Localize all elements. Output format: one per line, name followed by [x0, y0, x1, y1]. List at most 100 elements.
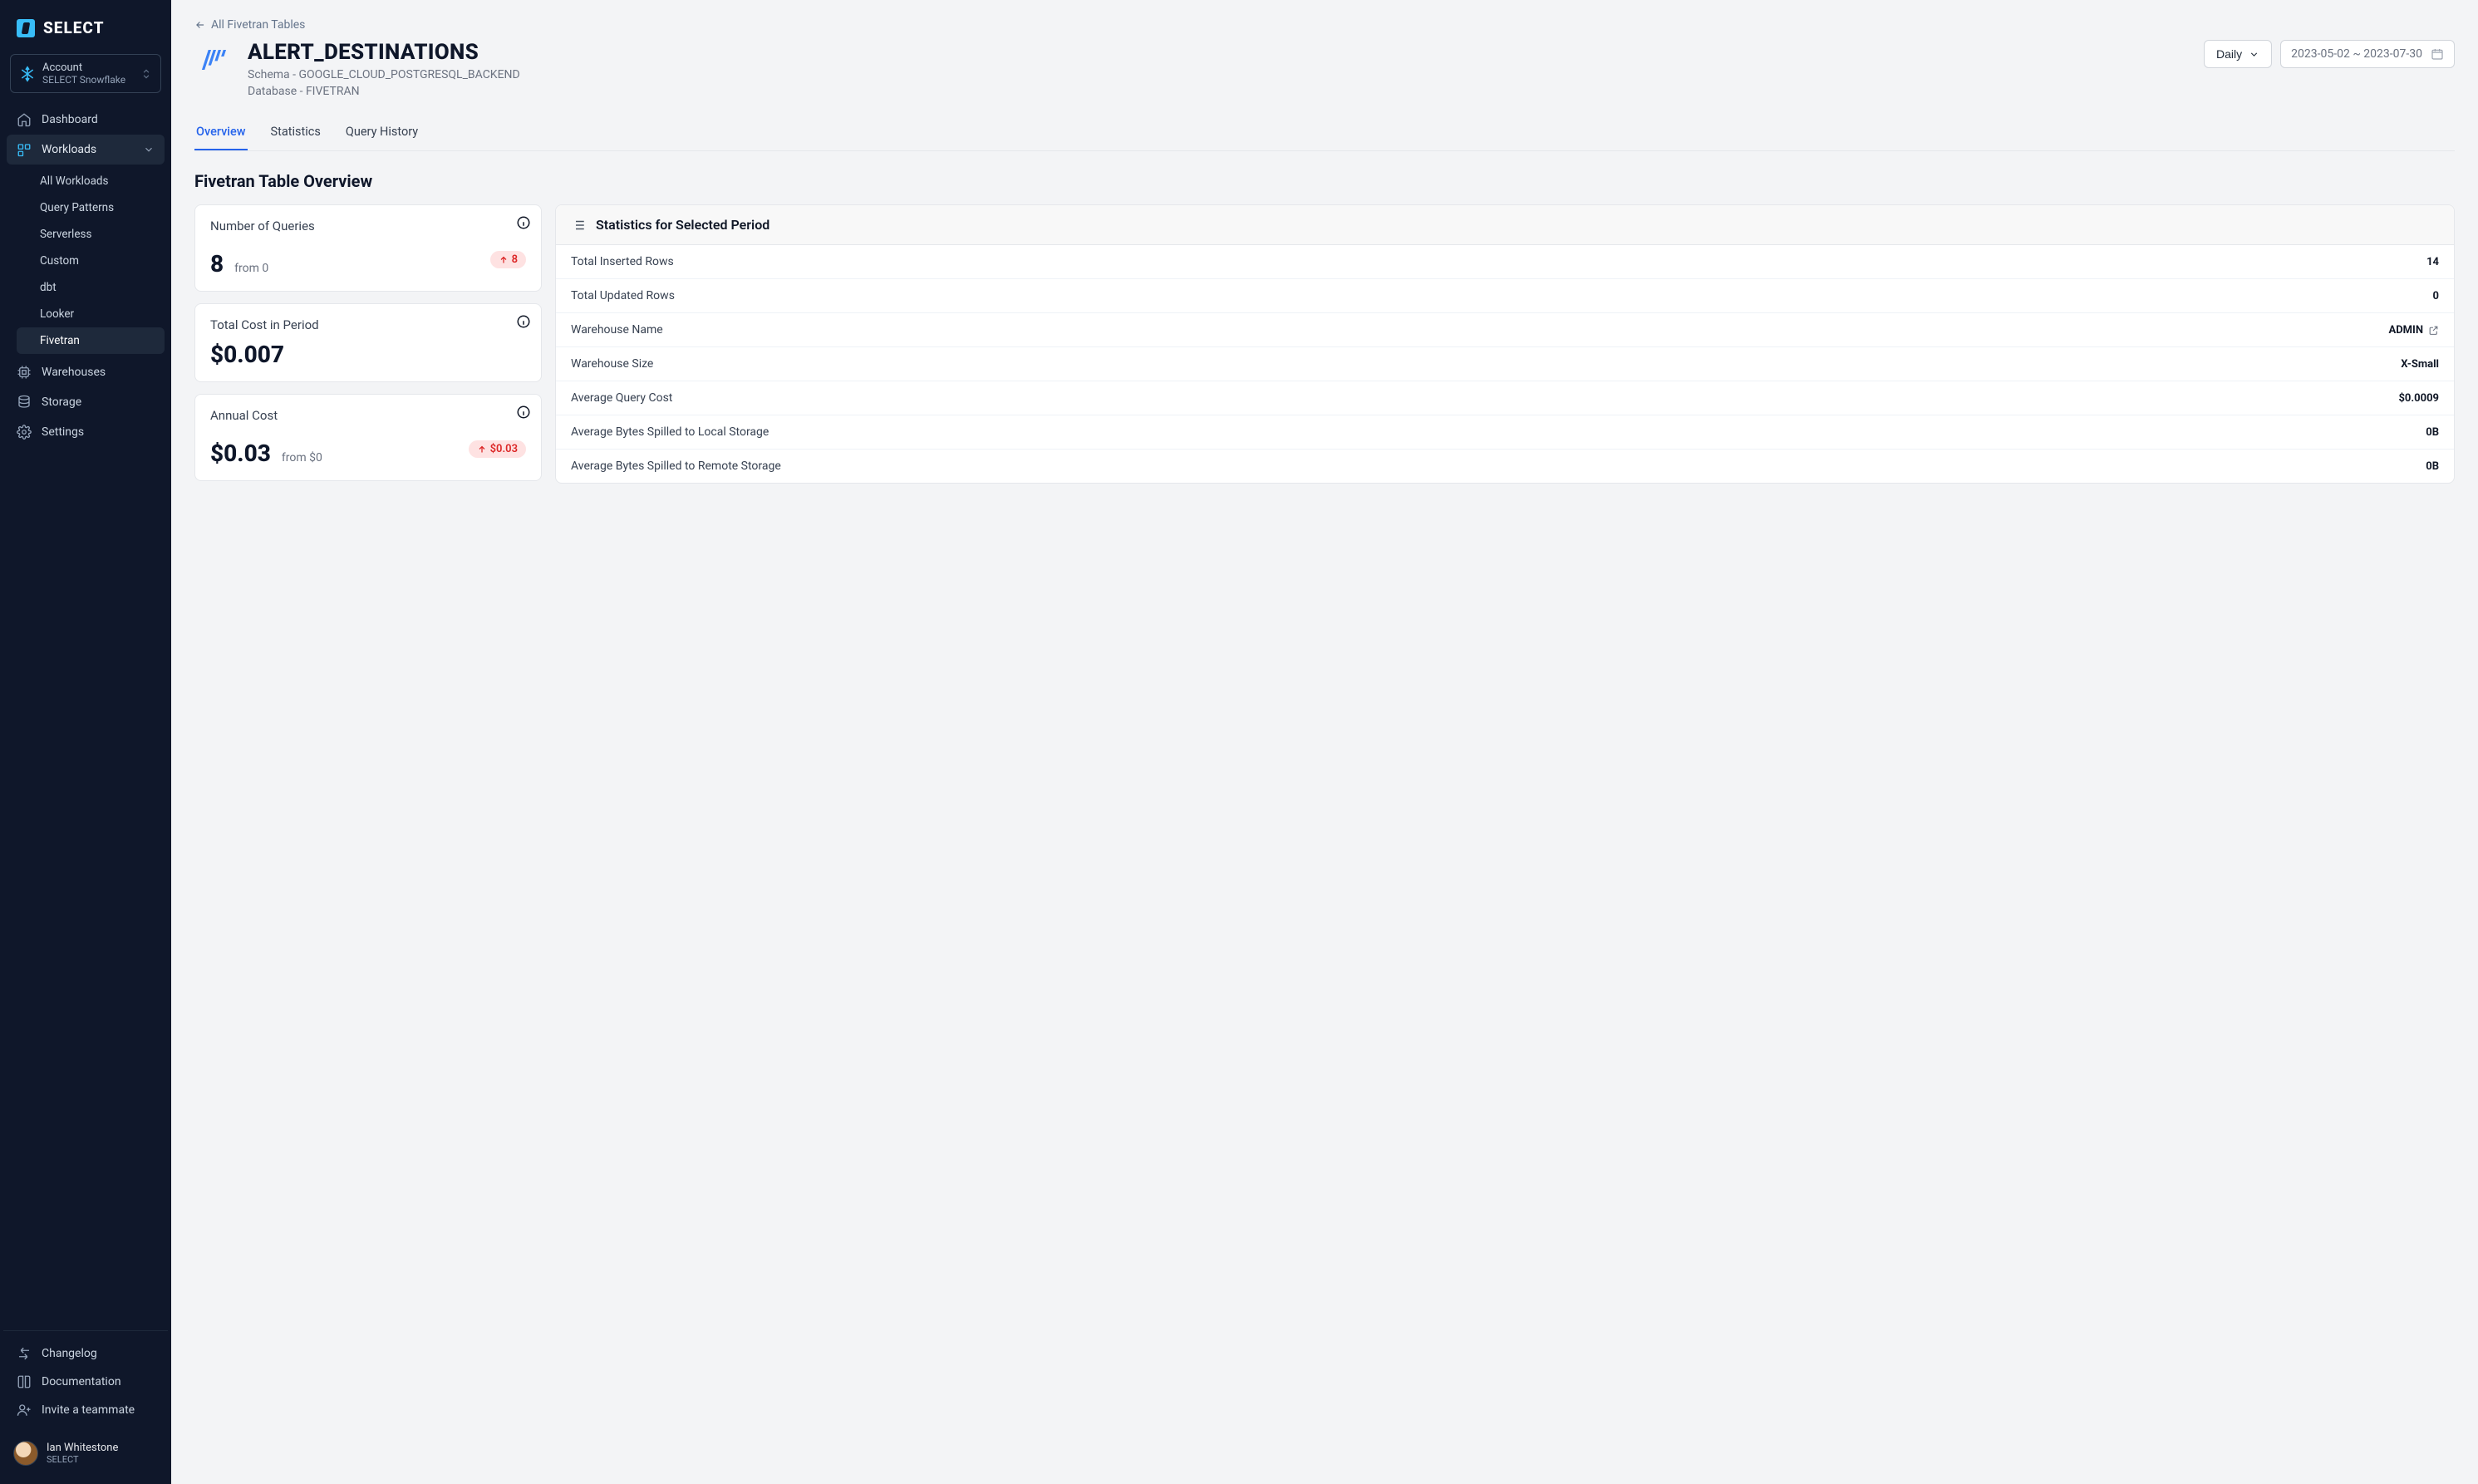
nav-dashboard[interactable]: Dashboard — [7, 105, 165, 135]
calendar-icon — [2431, 47, 2444, 61]
arrow-left-icon — [194, 19, 206, 31]
external-link-icon — [2428, 325, 2439, 336]
stat-row: Total Inserted Rows14 — [556, 245, 2454, 279]
stat-value: X-Small — [2401, 358, 2439, 371]
chevron-down-icon — [2249, 49, 2259, 60]
nav-sub-serverless[interactable]: Serverless — [17, 221, 165, 248]
nav-dashboard-label: Dashboard — [42, 113, 98, 126]
source-icon — [194, 40, 234, 80]
nav-invite[interactable]: Invite a teammate — [7, 1396, 165, 1424]
stat-row: Average Query Cost$0.0009 — [556, 381, 2454, 415]
tab-statistics[interactable]: Statistics — [269, 115, 322, 150]
user-plus-icon — [17, 1403, 32, 1418]
nav-storage[interactable]: Storage — [7, 387, 165, 417]
nav-changelog[interactable]: Changelog — [7, 1339, 165, 1368]
back-link-text: All Fivetran Tables — [211, 18, 305, 32]
page-title: ALERT_DESTINATIONS — [248, 40, 520, 65]
nav-footer: Changelog Documentation Invite a teammat… — [3, 1330, 168, 1432]
avatar — [13, 1441, 38, 1466]
card-from: from 0 — [234, 262, 268, 275]
info-button[interactable] — [516, 314, 531, 329]
nav-settings-label: Settings — [42, 425, 84, 439]
list-icon — [571, 218, 586, 233]
nav-sub-looker[interactable]: Looker — [17, 301, 165, 327]
database-icon — [17, 395, 32, 410]
info-icon — [516, 314, 531, 329]
arrow-up-icon — [477, 445, 487, 455]
nav-sub-dbt[interactable]: dbt — [17, 274, 165, 301]
stat-label: Total Updated Rows — [571, 289, 675, 302]
user-menu[interactable]: Ian Whitestone SELECT — [3, 1432, 168, 1474]
stat-value[interactable]: ADMIN — [2388, 324, 2439, 337]
stat-label: Average Query Cost — [571, 391, 672, 405]
stat-row: Average Bytes Spilled to Local Storage 0B — [556, 415, 2454, 450]
card-label: Number of Queries — [210, 219, 526, 233]
stat-value: 0B — [2426, 426, 2439, 439]
account-value: SELECT Snowflake — [42, 74, 125, 86]
stat-label: Average Bytes Spilled to Local Storage — [571, 425, 769, 439]
nav-sub-custom[interactable]: Custom — [17, 248, 165, 274]
nav-storage-label: Storage — [42, 396, 81, 409]
main: All Fivetran Tables ALERT_DESTINATIONS S… — [171, 0, 2478, 1484]
delta-badge: 8 — [490, 251, 526, 268]
nav-sub-fivetran[interactable]: Fivetran — [17, 327, 165, 354]
fivetran-icon — [201, 47, 228, 73]
info-button[interactable] — [516, 405, 531, 420]
stat-row: Warehouse Name ADMIN — [556, 313, 2454, 347]
nav-sub-all-workloads[interactable]: All Workloads — [17, 168, 165, 194]
nav-sub-query-patterns[interactable]: Query Patterns — [17, 194, 165, 221]
info-icon — [516, 215, 531, 230]
info-icon — [516, 405, 531, 420]
stat-value: 0 — [2433, 290, 2439, 302]
gear-icon — [17, 425, 32, 440]
tab-overview[interactable]: Overview — [194, 115, 248, 150]
card-number-of-queries: Number of Queries 8 from 0 8 — [194, 204, 542, 292]
tabs: Overview Statistics Query History — [194, 115, 2455, 151]
card-annual-cost: Annual Cost $0.03 from $0 $0.03 — [194, 394, 542, 481]
stat-value: 0B — [2426, 460, 2439, 473]
tab-query-history[interactable]: Query History — [344, 115, 420, 150]
nav-invite-label: Invite a teammate — [42, 1403, 135, 1417]
page-schema: Schema - GOOGLE_CLOUD_POSTGRESQL_BACKEND — [248, 68, 520, 81]
date-range-picker[interactable]: 2023-05-02 ~ 2023-07-30 — [2280, 40, 2455, 68]
delta-value: $0.03 — [490, 443, 518, 455]
home-icon — [17, 112, 32, 127]
stats-title: Statistics for Selected Period — [596, 217, 769, 233]
section-title: Fivetran Table Overview — [194, 171, 2455, 191]
brand-text: SELECT — [43, 18, 104, 37]
delta-value: 8 — [512, 253, 518, 266]
book-icon — [17, 1374, 32, 1389]
delta-badge: $0.03 — [469, 440, 526, 458]
nav-warehouses[interactable]: Warehouses — [7, 357, 165, 387]
nav-workloads-label: Workloads — [42, 143, 96, 156]
snowflake-icon — [19, 66, 36, 82]
granularity-label: Daily — [2216, 47, 2242, 61]
nav-main: Dashboard Workloads All Workloads Query … — [3, 105, 168, 1324]
card-value: $0.03 — [210, 440, 271, 467]
logo-icon — [17, 19, 35, 37]
nav-workloads-sub: All Workloads Query Patterns Serverless … — [7, 165, 165, 357]
stats-panel: Statistics for Selected Period Total Ins… — [555, 204, 2455, 484]
stat-label: Warehouse Name — [571, 323, 663, 337]
nav-settings[interactable]: Settings — [7, 417, 165, 447]
stat-row: Warehouse Size X-Small — [556, 347, 2454, 381]
card-label: Total Cost in Period — [210, 317, 526, 332]
card-value: $0.007 — [210, 341, 526, 368]
card-total-cost: Total Cost in Period $0.007 — [194, 303, 542, 382]
chip-icon — [17, 365, 32, 380]
back-link[interactable]: All Fivetran Tables — [194, 18, 2455, 32]
account-switcher[interactable]: Account SELECT Snowflake — [10, 54, 161, 93]
stat-label: Warehouse Size — [571, 357, 653, 371]
date-range-text: 2023-05-02 ~ 2023-07-30 — [2291, 47, 2422, 61]
info-button[interactable] — [516, 215, 531, 230]
sidebar: SELECT Account SELECT Snowflake Dashboar… — [0, 0, 171, 1484]
stat-value: 14 — [2426, 256, 2439, 268]
nav-workloads[interactable]: Workloads — [7, 135, 165, 165]
stats-header: Statistics for Selected Period — [556, 205, 2454, 245]
nav-documentation[interactable]: Documentation — [7, 1368, 165, 1396]
card-value: 8 — [210, 250, 224, 278]
granularity-select[interactable]: Daily — [2204, 40, 2272, 68]
arrow-up-icon — [499, 255, 509, 265]
brand[interactable]: SELECT — [3, 10, 168, 54]
swap-icon — [17, 1346, 32, 1361]
